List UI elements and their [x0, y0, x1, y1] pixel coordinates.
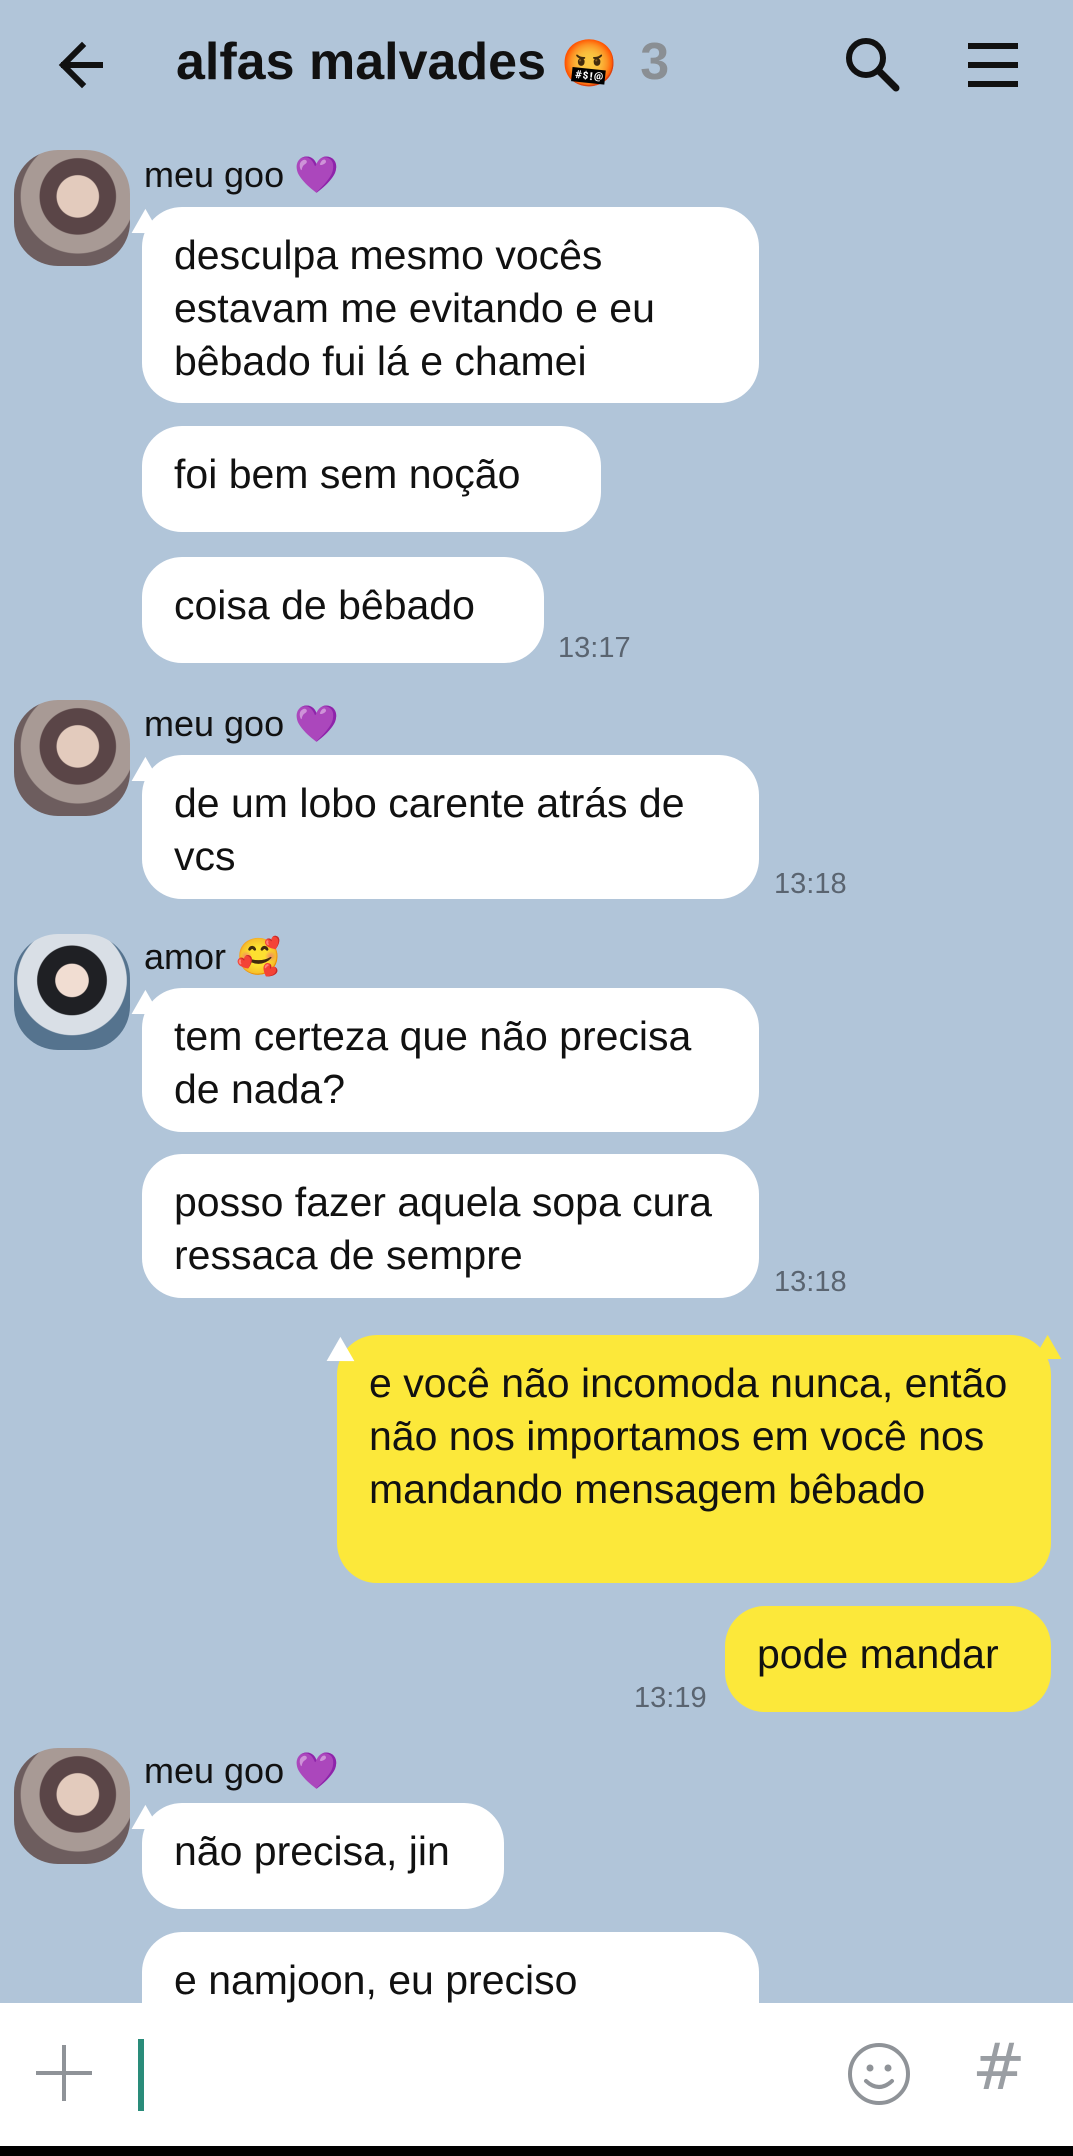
- sender-name: meu goo 💜: [144, 154, 339, 196]
- search-icon: [846, 38, 900, 92]
- search-button[interactable]: [838, 30, 908, 100]
- message-bubble[interactable]: foi bem sem noção: [142, 426, 601, 532]
- message-bubble[interactable]: posso fazer aquela sopa cura ressaca de …: [142, 1154, 759, 1298]
- message-bubble[interactable]: tem certeza que não precisa de nada?: [142, 988, 759, 1132]
- message-text: de um lobo carente atrás de vcs: [174, 780, 685, 879]
- message-text: não precisa, jin: [174, 1828, 450, 1874]
- message-text: pode mandar: [757, 1631, 999, 1677]
- plus-icon: [36, 2045, 92, 2101]
- message-input[interactable]: [138, 2037, 788, 2111]
- message-text: desculpa mesmo vocês estavam me evitando…: [174, 232, 655, 384]
- message-text: foi bem sem noção: [174, 451, 521, 497]
- message-time: 13:18: [774, 1266, 847, 1298]
- sender-name: meu goo 💜: [144, 1750, 339, 1792]
- hashtag-icon[interactable]: #: [972, 2031, 1026, 2105]
- message-text: tem certeza que não precisa de nada?: [174, 1013, 692, 1112]
- my-message-bubble[interactable]: pode mandar: [725, 1606, 1051, 1712]
- avatar-amor[interactable]: [14, 934, 130, 1050]
- message-time: 13:18: [774, 868, 847, 900]
- chat-title-text: alfas malvades: [176, 33, 547, 91]
- chat-header: alfas malvades 🤬 3: [0, 0, 1073, 130]
- message-bubble[interactable]: não precisa, jin: [142, 1803, 504, 1909]
- emoji-icon: [848, 2043, 910, 2105]
- back-button[interactable]: [50, 30, 120, 100]
- attach-button[interactable]: [32, 2041, 96, 2105]
- message-text: coisa de bêbado: [174, 582, 475, 628]
- message-bubble[interactable]: de um lobo carente atrás de vcs: [142, 755, 759, 899]
- message-text: posso fazer aquela sopa cura ressaca de …: [174, 1179, 712, 1278]
- avatar-meu-goo[interactable]: [14, 150, 130, 266]
- text-caret: [138, 2039, 144, 2111]
- menu-button[interactable]: [958, 30, 1028, 100]
- emoji-button[interactable]: [846, 2041, 912, 2107]
- avatar-meu-goo[interactable]: [14, 1748, 130, 1864]
- back-arrow-icon: [58, 41, 103, 89]
- message-input-bar: #: [0, 2003, 1073, 2146]
- message-text: e você não incomoda nunca, então não nos…: [369, 1360, 1008, 1512]
- my-message-bubble[interactable]: e você não incomoda nunca, então não nos…: [337, 1335, 1051, 1583]
- message-bubble[interactable]: coisa de bêbado: [142, 557, 544, 663]
- chat-title-emoji: 🤬: [560, 36, 618, 90]
- sender-name: amor 🥰: [144, 936, 281, 978]
- chat-screen: alfas malvades 🤬 3 meu goo 💜 desculpa me…: [0, 0, 1073, 2156]
- member-count: 3: [640, 33, 670, 91]
- system-nav-bar: [0, 2146, 1073, 2156]
- avatar-meu-goo[interactable]: [14, 700, 130, 816]
- chat-title[interactable]: alfas malvades 🤬 3: [176, 32, 669, 92]
- message-time: 13:17: [558, 632, 631, 664]
- message-text: e namjoon, eu preciso: [174, 1957, 578, 2003]
- message-time: 13:19: [634, 1682, 707, 1714]
- message-bubble[interactable]: desculpa mesmo vocês estavam me evitando…: [142, 207, 759, 403]
- sender-name: meu goo 💜: [144, 703, 339, 745]
- menu-icon: [968, 43, 1018, 87]
